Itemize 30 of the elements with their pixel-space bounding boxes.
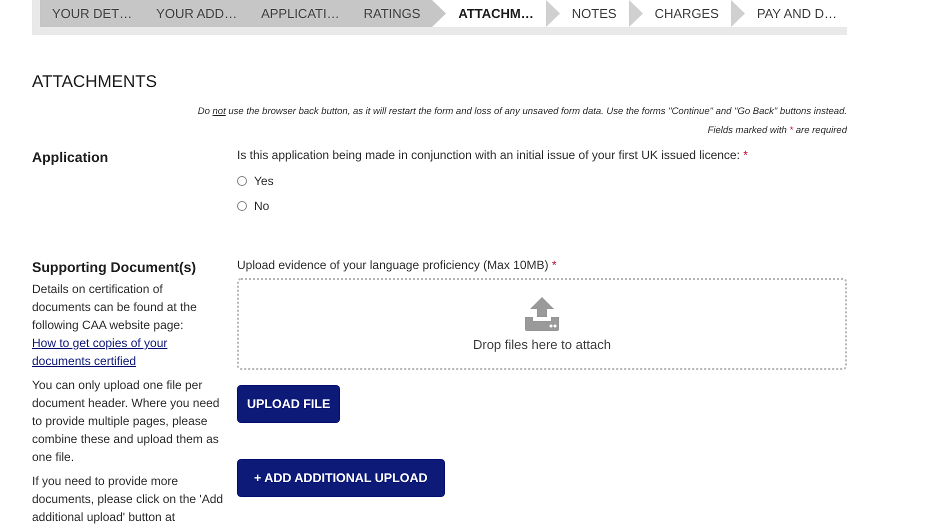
step-tab[interactable]: NOTES bbox=[560, 0, 629, 27]
step-arrow-icon bbox=[730, 0, 745, 27]
drop-hint: Drop files here to attach bbox=[472, 336, 612, 352]
add-upload-button[interactable]: + ADD ADDITIONAL UPLOAD bbox=[237, 459, 444, 497]
option-label: No bbox=[254, 198, 270, 212]
radio-button[interactable] bbox=[237, 200, 247, 210]
step-tab[interactable]: YOUR ADD… bbox=[144, 0, 250, 27]
section-label: Application bbox=[32, 148, 110, 166]
notice-text: Do not use the browser back button, as it will restart the form and loss of any unsaved form data. Use the forms "Continue" and "Go Back" buttons instead. bbox=[196, 106, 847, 117]
page-heading: ATTACHMENTS bbox=[32, 72, 158, 92]
details-text: Details on certification of documents can be found at the following CAA website page: How to get copies of your documents certified bbox=[32, 280, 224, 370]
drop-zone[interactable]: Drop files here to attach bbox=[237, 278, 847, 370]
radio-button[interactable] bbox=[237, 176, 247, 186]
upload-file-button[interactable]: UPLOAD FILE bbox=[237, 385, 340, 423]
step-arrow-icon bbox=[628, 0, 643, 27]
step-tab[interactable]: ATTACHM… bbox=[446, 0, 546, 27]
option-label: Yes bbox=[254, 174, 274, 188]
help-text: If you need to provide more documents, please click on the 'Add additional upload' button at bbox=[32, 473, 224, 526]
step-tab[interactable]: YOUR DET… bbox=[40, 0, 144, 27]
help-text: You can only upload one file per document header. Where you need to provide multiple pages, please combine these and upload them as one file. bbox=[32, 377, 220, 466]
section-label: Supporting Document(s) bbox=[32, 258, 198, 276]
question-text: Is this application being made in conjunction with an initial issue of your first UK issued licence: * bbox=[237, 148, 749, 162]
certification-link[interactable]: How to get copies of your documents certified bbox=[32, 334, 224, 370]
step-tab[interactable]: CHARGES bbox=[642, 0, 731, 27]
step-tab[interactable]: PAY AND D… bbox=[744, 0, 847, 27]
required-note: Fields marked with * are required bbox=[706, 125, 847, 136]
step-tab[interactable]: APPLICATI… bbox=[249, 0, 352, 27]
upload-icon bbox=[524, 296, 560, 330]
step-arrow-icon bbox=[546, 0, 560, 27]
upload-label: Upload evidence of your language proficiency (Max 10MB) * bbox=[237, 258, 558, 272]
